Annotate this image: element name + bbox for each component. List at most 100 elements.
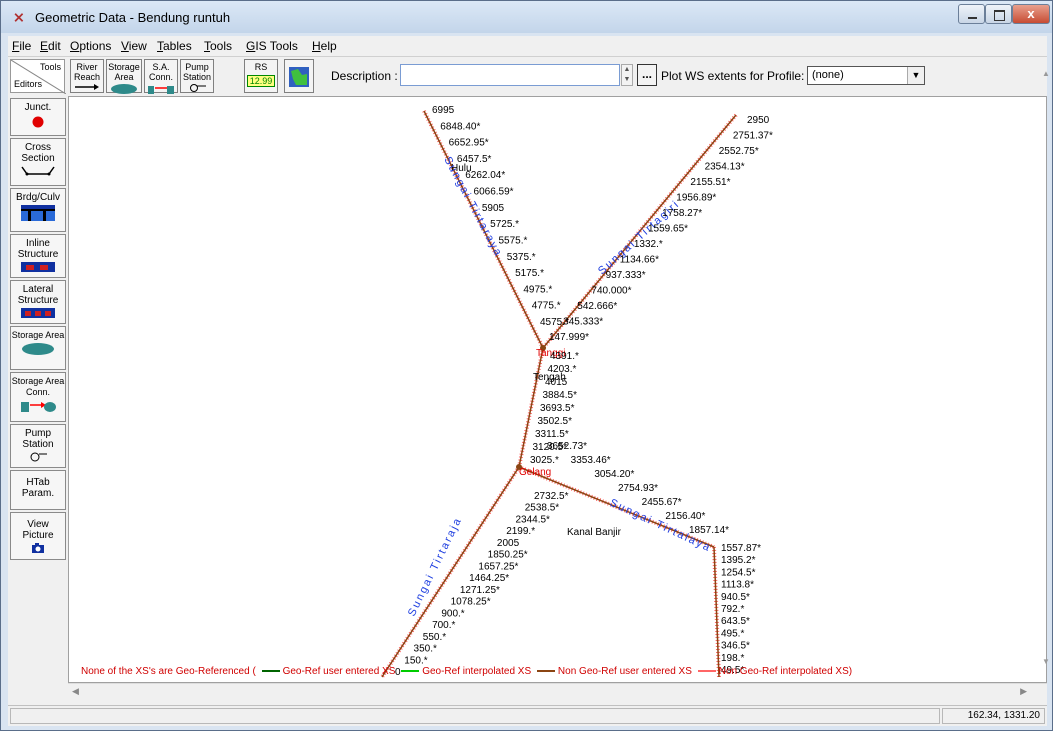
river-reach-button[interactable]: River Reach: [70, 59, 104, 93]
menu-tables[interactable]: Tables: [157, 39, 192, 53]
junction-editor-button[interactable]: Junct.: [10, 98, 66, 136]
menu-tools[interactable]: Tools: [204, 39, 232, 53]
app-window: ⨯ Geometric Data - Bendung runtuh x File…: [0, 0, 1053, 731]
tools-editors-toggle[interactable]: Tools Editors: [10, 59, 66, 94]
xs-label-hilir: 1850.25*: [488, 550, 528, 561]
xs-label-kanal: 1557.87*: [721, 543, 761, 554]
xs-label-kanal: 1857.14*: [689, 525, 729, 536]
close-button[interactable]: x: [1012, 4, 1050, 24]
xs-label-tirtagiri: 1134.66*: [620, 255, 659, 266]
xs-label-kanal: 1113.8*: [721, 580, 754, 591]
xs-label-tirtagiri: 2552.75*: [719, 146, 759, 157]
junction-label: Gelang: [519, 467, 551, 478]
editors-panel: Junct. Cross Section Brdg/Culv Inline St…: [8, 96, 68, 706]
profile-select[interactable]: (none) ▼: [807, 66, 925, 85]
storage-area-label: Storage Area: [108, 62, 140, 82]
view-picture-button[interactable]: View Picture: [10, 512, 66, 560]
minimize-button[interactable]: [958, 4, 985, 24]
hecras-app-icon: ⨯: [13, 9, 25, 25]
xs-label-tengah: 3311.5*: [535, 429, 569, 440]
xs-label-hilir: 150.*: [404, 655, 427, 666]
storage-area-conn-editor-button[interactable]: Storage Area Conn.: [10, 372, 66, 422]
menu-view[interactable]: View: [121, 39, 147, 53]
rs-label: RS: [254, 62, 268, 72]
xs-label-hulu: 4775.*: [532, 301, 561, 312]
xs-label-hilir: 1657.25*: [478, 561, 518, 572]
reach-kanal-lower-line: [713, 546, 720, 678]
description-browse-button[interactable]: ...: [637, 64, 657, 86]
xs-label-hulu: 5575.*: [498, 235, 527, 246]
legend-swatch-geo-user: [261, 670, 280, 673]
pump-station-editor-button[interactable]: Pump Station: [10, 424, 66, 468]
xs-label-hilir: 2005: [497, 538, 520, 549]
menu-options[interactable]: Options: [70, 39, 111, 53]
arrow-right-icon: [75, 84, 99, 90]
xs-label-tirtagiri: 937.333*: [606, 270, 646, 281]
xs-label-kanal: 495.*: [721, 628, 744, 639]
storage-area-icon: [111, 84, 137, 94]
storage-area-icon: [22, 343, 54, 355]
inline-structure-icon: [21, 262, 55, 272]
pump-station-button[interactable]: Pump Station: [180, 59, 214, 93]
plot-ws-label: Plot WS extents for Profile:: [661, 69, 805, 83]
xs-label-tengah: 3693.5*: [540, 403, 575, 414]
bridge-culvert-label: Brdg/Culv: [16, 192, 60, 203]
sa-conn-button[interactable]: S.A. Conn.: [144, 59, 178, 94]
scroll-right-icon[interactable]: ▶: [1020, 686, 1027, 697]
rs-value: 12.99: [247, 75, 275, 87]
map-button[interactable]: [284, 59, 314, 93]
lateral-structure-editor-button[interactable]: Lateral Structure: [10, 280, 66, 324]
xs-label-tirtagiri: 2354.13*: [705, 162, 745, 173]
vertical-scrollbar[interactable]: ▲ ▼: [1038, 64, 1053, 666]
cross-section-editor-button[interactable]: Cross Section: [10, 138, 66, 186]
xs-label-kanal: 1395.2*: [721, 555, 756, 566]
horizontal-scrollbar[interactable]: ◀ ▶: [68, 683, 1047, 698]
legend-prefix: None of the XS's are Geo-Referenced (: [81, 666, 256, 677]
xs-label-kanal: 2455.67*: [642, 497, 682, 508]
description-input[interactable]: [400, 64, 620, 86]
bridge-culvert-editor-button[interactable]: Brdg/Culv: [10, 188, 66, 232]
maximize-button[interactable]: [985, 4, 1012, 24]
storage-area-conn-icon: [21, 402, 56, 412]
toolbar: Tools Editors River Reach Storage Area S…: [8, 56, 1047, 96]
inline-structure-editor-button[interactable]: Inline Structure: [10, 234, 66, 278]
sa-conn-label: S.A. Conn.: [148, 62, 174, 82]
storage-area-editor-label: Storage Area: [11, 330, 65, 340]
xs-label-kanal: 3353.46*: [571, 455, 611, 466]
reach-label: Kanal Banjir: [567, 527, 622, 538]
xs-label-hulu: 6457.5*: [457, 154, 492, 165]
xs-label-hulu: 6262.04*: [465, 170, 505, 181]
storage-area-editor-button[interactable]: Storage Area: [10, 326, 66, 370]
schematic-canvas[interactable]: Tanggi Gelang Hulu Tengah Kanal Banjir Sungai…: [68, 96, 1047, 683]
xs-label-hilir: 2732.5*: [534, 491, 569, 502]
menu-gis-tools[interactable]: GIS Tools: [246, 39, 298, 53]
view-picture-label: View Picture: [22, 519, 54, 541]
inline-structure-label: Inline Structure: [17, 238, 59, 260]
description-spinner[interactable]: ▲ ▼: [621, 64, 633, 86]
menu-file[interactable]: File: [12, 39, 31, 53]
menu-help[interactable]: Help: [312, 39, 337, 53]
cross-section-icon: [21, 166, 55, 176]
storage-area-conn-icon: [148, 86, 174, 94]
storage-area-button[interactable]: Storage Area: [106, 59, 142, 94]
river-schematic[interactable]: TanggiGelangHuluTengahKanal BanjirSungai…: [69, 97, 1047, 683]
xs-label-hilir: 1078.25*: [451, 597, 491, 608]
title-bar: ⨯ Geometric Data - Bendung runtuh x: [1, 1, 1052, 33]
profile-value: (none): [812, 69, 844, 81]
scroll-left-icon[interactable]: ◀: [72, 686, 79, 697]
storage-area-conn-editor-label: Storage Area Conn.: [11, 376, 65, 397]
status-message: [10, 708, 940, 724]
scroll-up-icon: ▲: [1042, 69, 1050, 78]
cross-section-label: Cross Section: [21, 142, 55, 164]
xs-label-hulu: 5175.*: [515, 268, 544, 279]
xs-label-hulu: 6652.95*: [449, 138, 489, 149]
bridge-culvert-icon: [21, 205, 55, 221]
legend-nongeo-user: Non Geo-Ref user entered XS: [557, 666, 692, 677]
xs-label-tengah: 4203.*: [548, 364, 577, 375]
xs-label-hulu: 5905: [482, 203, 505, 214]
menu-edit[interactable]: Edit: [40, 39, 61, 53]
rs-button[interactable]: RS 12.99: [244, 59, 278, 93]
htab-param-editor-button[interactable]: HTab Param.: [10, 470, 66, 510]
xs-label-kanal: 2156.40*: [665, 511, 705, 522]
xs-label-tengah: 3884.5*: [543, 390, 578, 401]
